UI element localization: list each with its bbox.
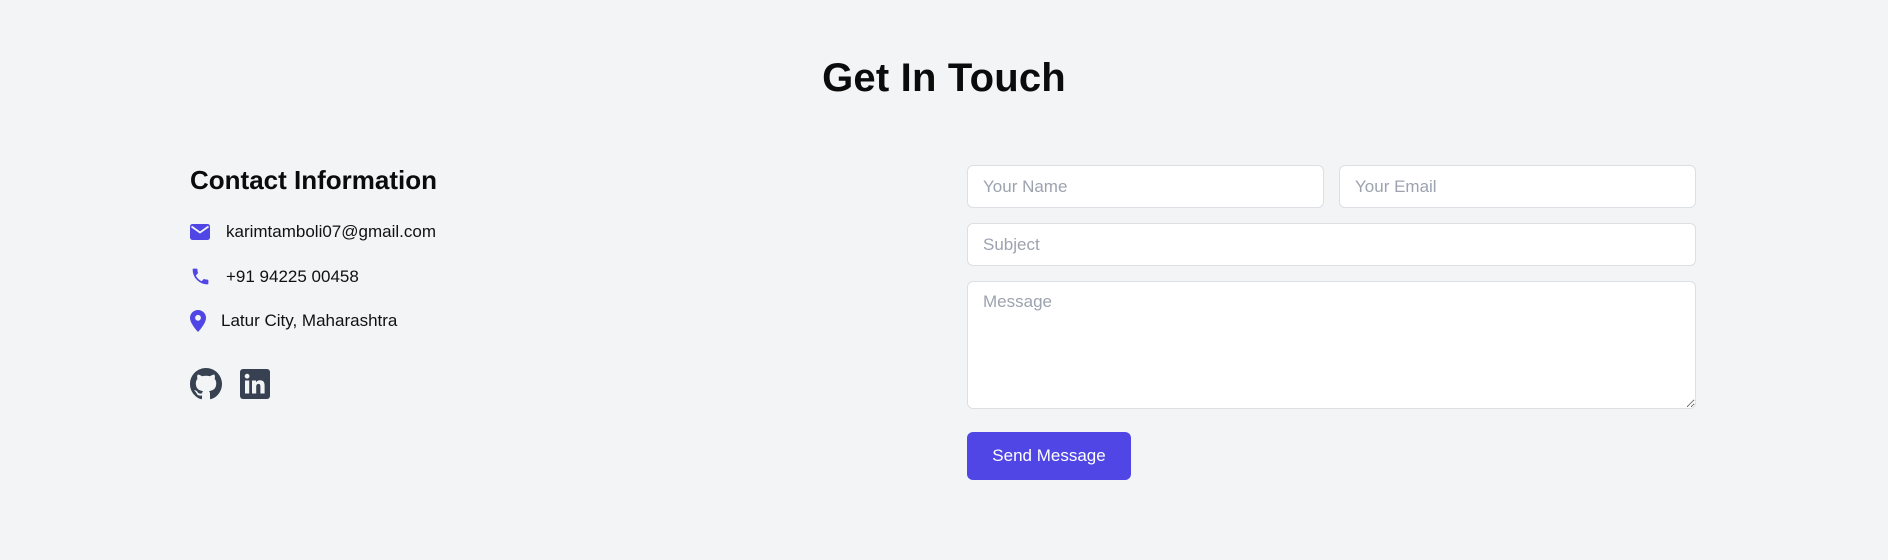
linkedin-link[interactable] [240,369,270,399]
github-link[interactable] [190,368,222,400]
contact-information: Contact Information karimtamboli07@gmail… [190,162,790,400]
contact-location: Latur City, Maharashtra [221,311,398,330]
name-input[interactable] [967,165,1324,208]
subject-input[interactable] [967,223,1696,266]
email-input[interactable] [1339,165,1696,208]
social-links [190,368,288,400]
envelope-icon [190,224,226,240]
phone-icon [190,266,226,287]
contact-location-row: Latur City, Maharashtra [190,310,397,332]
send-message-button[interactable]: Send Message [967,432,1131,480]
contact-heading: Contact Information [190,165,437,195]
contact-phone: +91 94225 00458 [226,266,359,286]
linkedin-icon [240,369,270,399]
message-textarea[interactable] [967,281,1696,409]
contact-phone-row: +91 94225 00458 [190,266,359,287]
github-icon [190,368,222,400]
page-title: Get In Touch [822,56,1066,100]
contact-email: karimtamboli07@gmail.com [226,222,436,241]
map-pin-icon [190,310,221,332]
contact-email-row: karimtamboli07@gmail.com [190,222,436,242]
